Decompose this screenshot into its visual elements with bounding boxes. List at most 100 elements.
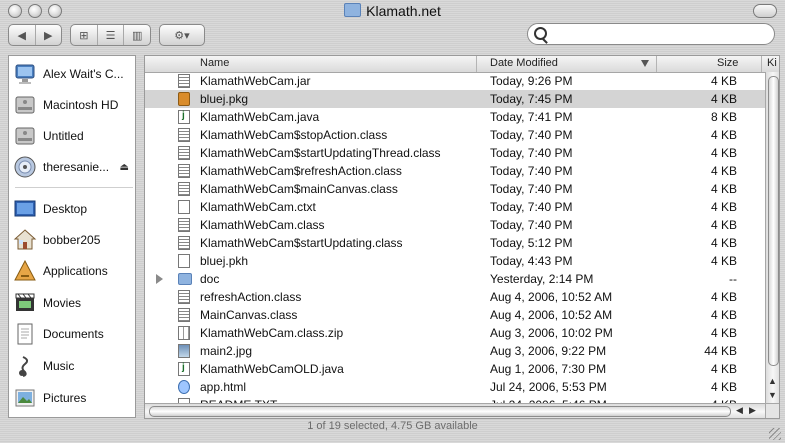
horizontal-scroll-thumb[interactable] <box>149 406 731 417</box>
table-row[interactable]: refreshAction.class Aug 4, 2006, 10:52 AM… <box>145 288 765 306</box>
sidebar-item-computer[interactable]: Alex Wait's C... <box>9 60 135 88</box>
vertical-scrollbar[interactable]: ▲ ▼ <box>765 72 779 403</box>
home-icon <box>13 228 37 252</box>
sidebar-item-label: Alex Wait's C... <box>43 67 124 81</box>
table-row[interactable]: KlamathWebCam$stopAction.class Today, 7:4… <box>145 126 765 144</box>
scroll-right-icon[interactable]: ▶ <box>749 405 756 416</box>
movies-icon <box>13 291 37 315</box>
sidebar-item-music[interactable]: Music <box>9 352 135 380</box>
table-row[interactable]: KlamathWebCam.jar Today, 9:26 PM 4 KB <box>145 72 765 90</box>
column-view-icon: ▥ <box>131 29 143 42</box>
table-row[interactable]: bluej.pkh Today, 4:43 PM 4 KB <box>145 252 765 270</box>
file-size: 4 KB <box>710 182 737 196</box>
sidebar-item-untitled[interactable]: Untitled <box>9 122 135 150</box>
file-size: 44 KB <box>704 344 737 358</box>
file-size: 4 KB <box>710 128 737 142</box>
sidebar-item-label: Macintosh HD <box>43 98 119 112</box>
file-name: KlamathWebCam.java <box>200 110 320 124</box>
table-row[interactable]: main2.jpg Aug 3, 2006, 9:22 PM 44 KB <box>145 342 765 360</box>
sidebar-item-macintosh-hd[interactable]: Macintosh HD <box>9 91 135 119</box>
file-date-modified: Today, 7:40 PM <box>490 146 573 160</box>
horizontal-scrollbar[interactable]: ◀ ▶ <box>145 403 765 418</box>
search-field[interactable] <box>527 23 775 45</box>
sidebar-splitter[interactable] <box>136 55 144 418</box>
java-file-icon <box>178 362 190 376</box>
column-view-button[interactable]: ▥ <box>123 25 150 45</box>
scroll-up-icon[interactable]: ▲ <box>768 376 777 386</box>
sidebar-item-home[interactable]: bobber205 <box>9 226 135 254</box>
table-row[interactable]: KlamathWebCam$refreshAction.class Today, … <box>145 162 765 180</box>
column-separator[interactable] <box>656 56 657 72</box>
back-forward-control: ◀ ▶ <box>8 24 62 46</box>
column-header: Name Date Modified Size Ki <box>145 56 779 73</box>
sidebar-item-pictures[interactable]: Pictures <box>9 384 135 412</box>
file-size: -- <box>729 272 737 286</box>
table-row[interactable]: KlamathWebCam$startUpdatingThread.class T… <box>145 144 765 162</box>
view-mode-control: ⊞ ☰ ▥ <box>70 24 151 46</box>
table-row[interactable]: bluej.pkg Today, 7:45 PM 4 KB <box>145 90 765 108</box>
pkg-file-icon <box>178 92 190 106</box>
applications-icon <box>13 259 37 283</box>
sidebar-item-documents[interactable]: Documents <box>9 320 135 348</box>
file-date-modified: Aug 4, 2006, 10:52 AM <box>490 308 613 322</box>
scroll-left-icon[interactable]: ◀ <box>736 405 743 416</box>
file-list: Name Date Modified Size Ki KlamathWebCam… <box>144 55 780 419</box>
doc-file-icon <box>178 200 190 214</box>
sidebar-item-movies[interactable]: Movies <box>9 289 135 317</box>
table-row[interactable]: KlamathWebCamOLD.java Aug 1, 2006, 7:30 P… <box>145 360 765 378</box>
file-size: 4 KB <box>710 308 737 322</box>
sidebar-item-label: Applications <box>43 264 108 278</box>
resize-grip-icon[interactable] <box>769 428 781 440</box>
file-name: KlamathWebCam.class <box>200 218 325 232</box>
scroll-down-icon[interactable]: ▼ <box>768 390 777 400</box>
class-file-icon <box>178 236 190 250</box>
column-size-header[interactable]: Size <box>717 57 738 69</box>
file-size: 4 KB <box>710 380 737 394</box>
vertical-scroll-thumb[interactable] <box>768 76 779 366</box>
file-size: 4 KB <box>710 74 737 88</box>
column-name-header[interactable]: Name <box>200 57 229 69</box>
icon-view-button[interactable]: ⊞ <box>71 25 97 45</box>
file-date-modified: Today, 5:12 PM <box>490 236 573 250</box>
table-row[interactable]: app.html Jul 24, 2006, 5:53 PM 4 KB <box>145 378 765 396</box>
forward-button[interactable]: ▶ <box>34 25 62 45</box>
forward-arrow-icon: ▶ <box>44 29 53 42</box>
back-button[interactable]: ◀ <box>9 25 35 45</box>
window-title-text: Klamath.net <box>366 3 441 19</box>
table-row[interactable]: KlamathWebCam.class Today, 7:40 PM 4 KB <box>145 216 765 234</box>
list-view-button[interactable]: ☰ <box>96 25 124 45</box>
gear-icon: ⚙▾ <box>174 29 190 42</box>
table-row[interactable]: KlamathWebCam$startUpdating.class Today, … <box>145 234 765 252</box>
toolbar-toggle-button[interactable] <box>753 4 777 18</box>
table-row[interactable]: doc Yesterday, 2:14 PM -- <box>145 270 765 288</box>
folder-icon <box>344 3 362 17</box>
column-date-header[interactable]: Date Modified <box>490 57 558 69</box>
sidebar: Alex Wait's C... Macintosh HD Untitled t… <box>8 55 136 418</box>
network-disk-icon <box>13 155 37 179</box>
sidebar-item-network-disk[interactable]: theresanie... ⏏ <box>9 153 135 181</box>
class-file-icon <box>178 74 190 88</box>
sidebar-item-applications[interactable]: Applications <box>9 257 135 285</box>
file-name: KlamathWebCam.jar <box>200 74 311 88</box>
file-name: KlamathWebCam$startUpdatingThread.class <box>200 146 441 160</box>
desktop-icon <box>13 197 37 221</box>
file-name: KlamathWebCamOLD.java <box>200 362 344 376</box>
eject-icon[interactable]: ⏏ <box>120 162 129 173</box>
column-separator[interactable] <box>761 56 762 72</box>
java-file-icon <box>178 110 190 124</box>
column-separator[interactable] <box>476 56 477 72</box>
column-kind-header[interactable]: Ki <box>767 57 777 69</box>
table-row[interactable]: KlamathWebCam.class.zip Aug 3, 2006, 10:0… <box>145 324 765 342</box>
table-row[interactable]: KlamathWebCam.ctxt Today, 7:40 PM 4 KB <box>145 198 765 216</box>
table-row[interactable]: KlamathWebCam$mainCanvas.class Today, 7:4… <box>145 180 765 198</box>
sort-descending-icon <box>641 60 649 67</box>
title-bar[interactable]: Klamath.net <box>0 0 785 22</box>
disclosure-triangle-icon[interactable] <box>156 274 163 284</box>
file-name: KlamathWebCam$mainCanvas.class <box>200 182 398 196</box>
action-menu-button[interactable]: ⚙▾ <box>159 24 205 46</box>
table-row[interactable]: KlamathWebCam.java Today, 7:41 PM 8 KB <box>145 108 765 126</box>
table-row[interactable]: MainCanvas.class Aug 4, 2006, 10:52 AM 4 K… <box>145 306 765 324</box>
sidebar-item-desktop[interactable]: Desktop <box>9 195 135 223</box>
computer-icon <box>13 62 37 86</box>
sidebar-item-label: Movies <box>43 296 82 310</box>
